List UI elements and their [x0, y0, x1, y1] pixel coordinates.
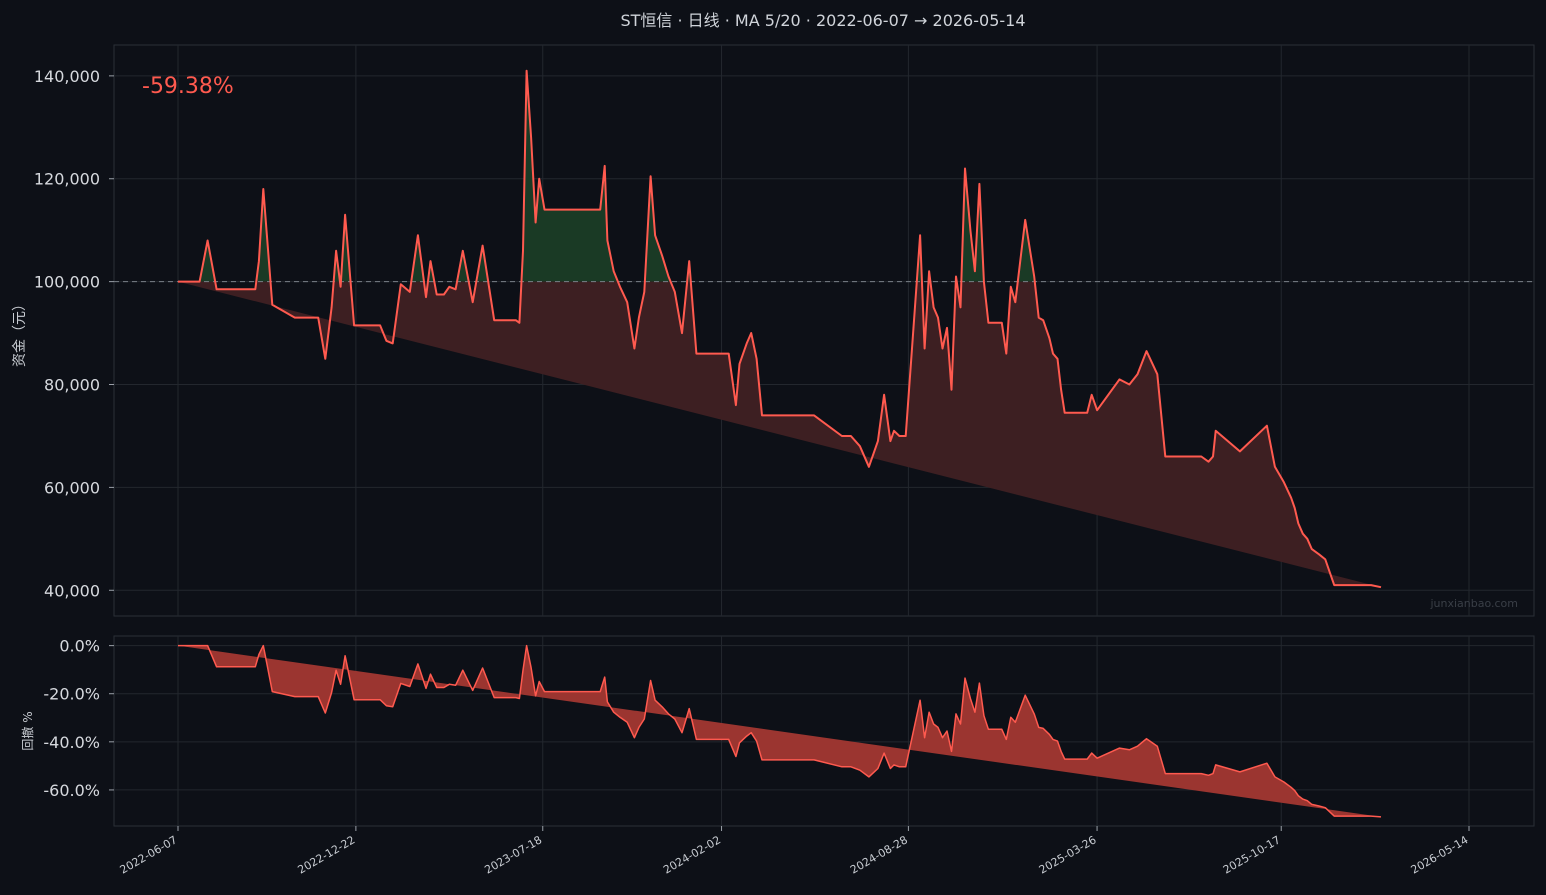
equity-y-tick-label: 120,000	[34, 170, 100, 189]
drawdown-y-tick-label: 0.0%	[59, 637, 100, 656]
drawdown-plot-area	[113, 635, 1535, 827]
return-annotation: -59.38%	[142, 74, 234, 99]
equity-y-tick-label: 100,000	[34, 273, 100, 292]
equity-y-tick-label: 140,000	[34, 67, 100, 86]
equity-y-tick-label: 40,000	[44, 581, 100, 600]
drawdown-y-tick-label: -20.0%	[43, 685, 100, 704]
drawdown-y-tick-label: -60.0%	[43, 781, 100, 800]
backtest-chart: ST恒信 · 日线 · MA 5/20 · 2022-06-07 → 2026-…	[0, 0, 1546, 895]
drawdown-y-axis-label: 回撤 %	[20, 711, 35, 750]
equity-panel: 40,00060,00080,000100,000120,000140,000 …	[12, 44, 1535, 617]
drawdown-panel: 0.0% -20.0% -40.0% -60.0% 回撤 %	[20, 635, 1535, 827]
equity-y-axis-label: 资金（元）	[12, 297, 28, 367]
equity-y-tick-label: 60,000	[44, 478, 100, 497]
watermark: junxianbao.com	[1429, 597, 1518, 610]
drawdown-y-tick-label: -40.0%	[43, 733, 100, 752]
equity-y-tick-label: 80,000	[44, 376, 100, 395]
chart-title: ST恒信 · 日线 · MA 5/20 · 2022-06-07 → 2026-…	[620, 11, 1025, 30]
